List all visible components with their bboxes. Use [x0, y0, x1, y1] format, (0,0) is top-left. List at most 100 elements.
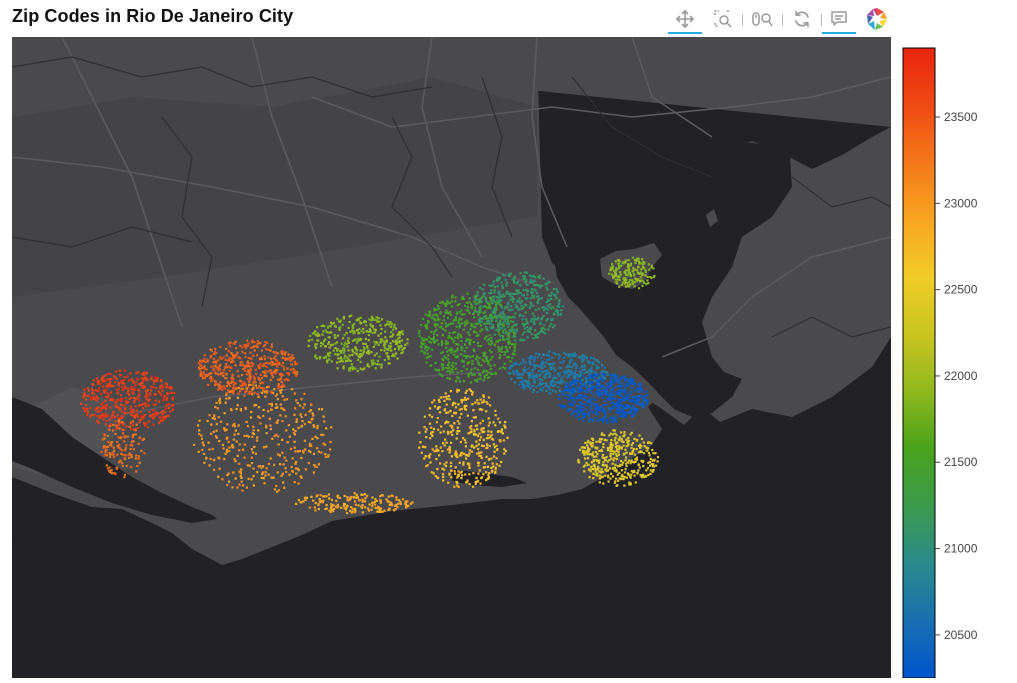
zip-code-point[interactable]	[256, 436, 259, 439]
zip-code-point[interactable]	[257, 429, 260, 432]
zip-code-point[interactable]	[445, 340, 448, 343]
zip-code-point[interactable]	[479, 377, 482, 380]
zip-code-point[interactable]	[121, 416, 124, 419]
zip-code-point[interactable]	[497, 429, 500, 433]
zip-code-point[interactable]	[376, 341, 379, 344]
zip-code-point[interactable]	[487, 417, 490, 420]
zip-code-point[interactable]	[480, 345, 483, 348]
zip-code-point[interactable]	[234, 460, 237, 463]
zip-code-point[interactable]	[221, 478, 224, 481]
zip-code-point[interactable]	[651, 459, 654, 462]
zip-code-point[interactable]	[450, 441, 453, 444]
zip-code-point[interactable]	[325, 503, 328, 507]
zip-code-point[interactable]	[133, 428, 136, 431]
zip-code-point[interactable]	[359, 360, 362, 363]
zip-code-point[interactable]	[471, 444, 474, 447]
zip-code-point[interactable]	[509, 272, 512, 275]
zip-code-point[interactable]	[595, 391, 598, 394]
zip-code-point[interactable]	[595, 384, 598, 387]
zip-code-point[interactable]	[107, 396, 110, 399]
zip-code-point[interactable]	[616, 385, 619, 388]
zip-code-point[interactable]	[598, 481, 601, 484]
zip-code-point[interactable]	[231, 373, 234, 376]
zip-code-point[interactable]	[491, 302, 494, 305]
zip-code-point[interactable]	[361, 500, 364, 503]
zip-code-point[interactable]	[511, 325, 514, 329]
zip-code-point[interactable]	[210, 349, 213, 352]
zip-code-point[interactable]	[234, 477, 237, 480]
zip-code-point[interactable]	[618, 265, 621, 268]
zip-code-point[interactable]	[454, 356, 457, 359]
zip-code-point[interactable]	[485, 471, 488, 474]
zip-code-point[interactable]	[631, 279, 634, 282]
zip-code-point[interactable]	[460, 401, 463, 404]
zip-code-point[interactable]	[423, 445, 426, 448]
zip-code-point[interactable]	[557, 353, 560, 356]
zip-code-point[interactable]	[454, 472, 457, 475]
zip-code-point[interactable]	[322, 495, 325, 498]
zip-code-point[interactable]	[423, 415, 426, 418]
zip-code-point[interactable]	[490, 433, 493, 436]
zip-code-point[interactable]	[561, 305, 564, 308]
zip-code-point[interactable]	[513, 372, 516, 375]
zip-code-point[interactable]	[259, 341, 262, 345]
zip-code-point[interactable]	[111, 414, 114, 417]
zip-code-point[interactable]	[429, 461, 432, 464]
zip-code-point[interactable]	[215, 401, 218, 404]
zip-code-point[interactable]	[616, 447, 619, 450]
zip-code-point[interactable]	[567, 369, 570, 372]
zip-code-point[interactable]	[534, 308, 538, 311]
zip-code-point[interactable]	[225, 393, 228, 396]
zip-code-point[interactable]	[82, 407, 85, 410]
zip-code-point[interactable]	[493, 286, 496, 289]
zip-code-point[interactable]	[545, 319, 548, 322]
zip-code-point[interactable]	[603, 390, 607, 393]
zip-code-point[interactable]	[539, 380, 542, 383]
zip-code-point[interactable]	[418, 329, 421, 332]
zip-code-point[interactable]	[652, 468, 655, 472]
zip-code-point[interactable]	[508, 335, 511, 338]
zip-code-point[interactable]	[497, 330, 500, 333]
zip-code-point[interactable]	[104, 395, 107, 399]
zip-code-point[interactable]	[478, 402, 481, 405]
zip-code-point[interactable]	[92, 397, 95, 401]
zip-code-point[interactable]	[546, 311, 549, 315]
zip-code-point[interactable]	[316, 427, 319, 430]
zip-code-point[interactable]	[428, 414, 431, 417]
zip-code-point[interactable]	[374, 367, 377, 370]
zip-code-point[interactable]	[579, 404, 582, 408]
zip-code-point[interactable]	[239, 363, 242, 366]
zip-code-point[interactable]	[529, 305, 532, 308]
zip-code-point[interactable]	[535, 283, 538, 287]
zip-code-point[interactable]	[147, 388, 150, 392]
zip-code-point[interactable]	[115, 424, 118, 427]
zip-code-point[interactable]	[486, 402, 489, 405]
zip-code-point[interactable]	[364, 342, 367, 345]
zip-code-point[interactable]	[136, 377, 139, 380]
zip-code-point[interactable]	[512, 300, 515, 303]
zip-code-point[interactable]	[495, 463, 498, 466]
zip-code-point[interactable]	[491, 469, 494, 472]
zip-code-point[interactable]	[223, 387, 226, 390]
zip-code-point[interactable]	[656, 456, 660, 459]
zip-code-point[interactable]	[168, 406, 171, 410]
zip-code-point[interactable]	[320, 433, 323, 436]
zip-code-point[interactable]	[425, 428, 428, 431]
zip-code-point[interactable]	[529, 320, 533, 323]
zip-code-point[interactable]	[626, 441, 629, 444]
zip-code-point[interactable]	[468, 297, 471, 300]
zip-code-point[interactable]	[140, 415, 143, 418]
zip-code-point[interactable]	[379, 510, 383, 513]
zip-code-point[interactable]	[618, 274, 621, 277]
zip-code-point[interactable]	[208, 414, 211, 417]
zip-code-point[interactable]	[206, 419, 209, 423]
zip-code-point[interactable]	[476, 378, 479, 381]
zip-code-point[interactable]	[289, 447, 292, 450]
zip-code-point[interactable]	[450, 351, 453, 354]
zip-code-point[interactable]	[280, 385, 283, 388]
zip-code-point[interactable]	[349, 497, 352, 500]
zip-code-point[interactable]	[171, 404, 174, 407]
zip-code-point[interactable]	[293, 413, 296, 416]
zip-code-point[interactable]	[524, 281, 527, 284]
zip-code-point[interactable]	[246, 378, 249, 381]
